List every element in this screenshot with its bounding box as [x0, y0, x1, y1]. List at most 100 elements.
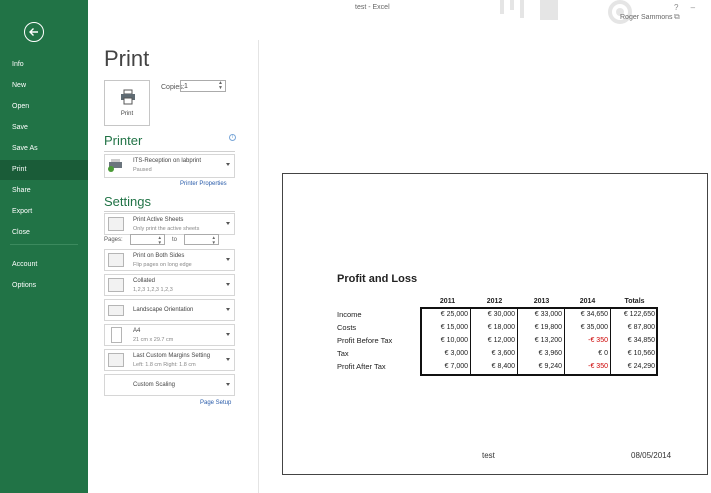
row-label: Profit Before Tax [337, 336, 393, 345]
divider [104, 151, 235, 152]
sides-sub: Flip pages on long edge [133, 262, 192, 268]
paper-size-select[interactable]: A4 21 cm x 29.7 cm [104, 324, 235, 346]
table-cell: € 10,560 [627, 350, 655, 357]
margins-icon [108, 353, 124, 367]
table-cell: € 3,960 [538, 350, 562, 357]
page-setup-link[interactable]: Page Setup [200, 400, 231, 406]
page-footer-left: test [482, 451, 495, 460]
table-cell: € 15,000 [440, 324, 468, 331]
table-cell: € 25,000 [440, 311, 468, 318]
nav-close[interactable]: Close [0, 223, 88, 243]
paper-sub: 21 cm x 29.7 cm [133, 337, 174, 343]
sheet-grid-icon [108, 217, 124, 231]
printer-heading: Printer [104, 133, 143, 148]
column-header: Totals [624, 298, 645, 305]
table-cell: -€ 350 [588, 337, 608, 344]
nav-separator [10, 244, 78, 245]
table-cell: € 33,000 [534, 311, 562, 318]
nav-share[interactable]: Share [0, 181, 88, 201]
sides-title: Print on Both Sides [133, 253, 185, 259]
nav-open[interactable]: Open [0, 97, 88, 117]
orientation-select[interactable]: Landscape Orientation [104, 299, 235, 321]
row-label: Income [337, 310, 362, 319]
printer-select[interactable]: ITS-Reception on labprint Paused [104, 154, 235, 178]
pages-to-label: to [172, 237, 178, 243]
table-cell: € 34,650 [580, 311, 608, 318]
orientation-title: Landscape Orientation [133, 307, 194, 313]
collation-title: Collated [133, 278, 156, 284]
collation-select[interactable]: Collated 1,2,3 1,2,3 1,2,3 [104, 274, 235, 296]
table-cell: € 19,800 [534, 324, 562, 331]
chevron-down-icon [226, 383, 230, 386]
row-label: Costs [337, 323, 357, 332]
table-cell: € 12,000 [487, 337, 515, 344]
copies-input[interactable]: 1 ▲ ▼ [180, 80, 226, 92]
pages-from-input[interactable]: ▲ ▼ [130, 234, 165, 245]
user-name[interactable]: Roger Sammons [620, 14, 673, 21]
copies-value: 1 [184, 83, 188, 90]
page-footer-right: 08/05/2014 [631, 451, 672, 460]
table-cell: € 0 [598, 350, 608, 357]
table-cell: € 87,800 [627, 324, 655, 331]
printer-status: Paused [133, 167, 152, 173]
chevron-down-icon [226, 333, 230, 336]
window-title: test - Excel [355, 4, 390, 11]
chevron-down-icon [226, 258, 230, 261]
margins-sub: Left: 1.8 cm Right: 1.8 cm [133, 362, 196, 368]
table-cell: € 8,400 [491, 363, 515, 370]
spinner-icon[interactable]: ▲ ▼ [212, 235, 216, 245]
column-header: 2012 [486, 298, 503, 305]
table-cell: € 34,850 [627, 337, 655, 344]
table-cell: € 10,000 [440, 337, 468, 344]
scaling-select[interactable]: Custom Scaling [104, 374, 235, 396]
landscape-icon [108, 305, 124, 316]
duplex-icon [108, 253, 124, 267]
page-title: Print [104, 46, 150, 71]
paper-title: A4 [133, 328, 141, 334]
copies-spinner-icon[interactable]: ▲ ▼ [218, 81, 223, 91]
pages-to-input[interactable]: ▲ ▼ [184, 234, 219, 245]
row-label: Tax [337, 349, 349, 358]
panel-divider [258, 40, 259, 493]
table-cell: € 30,000 [487, 311, 515, 318]
print-what-select[interactable]: Print Active Sheets Only print the activ… [104, 213, 235, 235]
print-what-sub: Only print the active sheets [133, 226, 200, 232]
nav-export[interactable]: Export [0, 202, 88, 222]
print-what-title: Print Active Sheets [133, 217, 184, 223]
chevron-down-icon [226, 222, 230, 225]
table-cell: € 122,650 [623, 311, 655, 318]
nav-new[interactable]: New [0, 76, 88, 96]
table-cell: € 7,000 [444, 363, 468, 370]
nav-info[interactable]: Info [0, 55, 88, 75]
margins-select[interactable]: Last Custom Margins Setting Left: 1.8 cm… [104, 349, 235, 371]
row-label: Profit After Tax [337, 362, 386, 371]
spinner-icon[interactable]: ▲ ▼ [158, 235, 162, 245]
back-arrow-icon[interactable] [24, 22, 44, 42]
collate-icon [108, 278, 124, 292]
column-header: 2011 [439, 298, 456, 305]
info-icon[interactable]: i [229, 134, 236, 141]
preview-title: Profit and Loss [337, 273, 418, 285]
table-cell: € 18,000 [487, 324, 515, 331]
nav-save-as[interactable]: Save As [0, 139, 88, 159]
margins-title: Last Custom Margins Setting [133, 353, 211, 359]
sides-select[interactable]: Print on Both Sides Flip pages on long e… [104, 249, 235, 271]
print-button[interactable]: Print [104, 80, 150, 126]
table-cell: -€ 350 [588, 363, 608, 370]
nav-save[interactable]: Save [0, 118, 88, 138]
chevron-down-icon [226, 283, 230, 286]
print-button-label: Print [120, 111, 134, 117]
scaling-title: Custom Scaling [133, 382, 176, 388]
nav-account[interactable]: Account [0, 255, 88, 275]
column-header: 2014 [579, 298, 596, 305]
table-cell: € 3,000 [444, 350, 468, 357]
printer-name: ITS-Reception on labprint [133, 158, 202, 164]
table-cell: € 13,200 [534, 337, 562, 344]
window-controls[interactable]: ? – ⧉ [674, 3, 711, 22]
nav-options[interactable]: Options [0, 276, 88, 296]
printer-icon [121, 89, 135, 105]
printer-properties-link[interactable]: Printer Properties [180, 181, 227, 187]
column-header: 2013 [533, 298, 550, 305]
nav-print[interactable]: Print [0, 160, 88, 180]
chevron-down-icon [226, 163, 230, 166]
